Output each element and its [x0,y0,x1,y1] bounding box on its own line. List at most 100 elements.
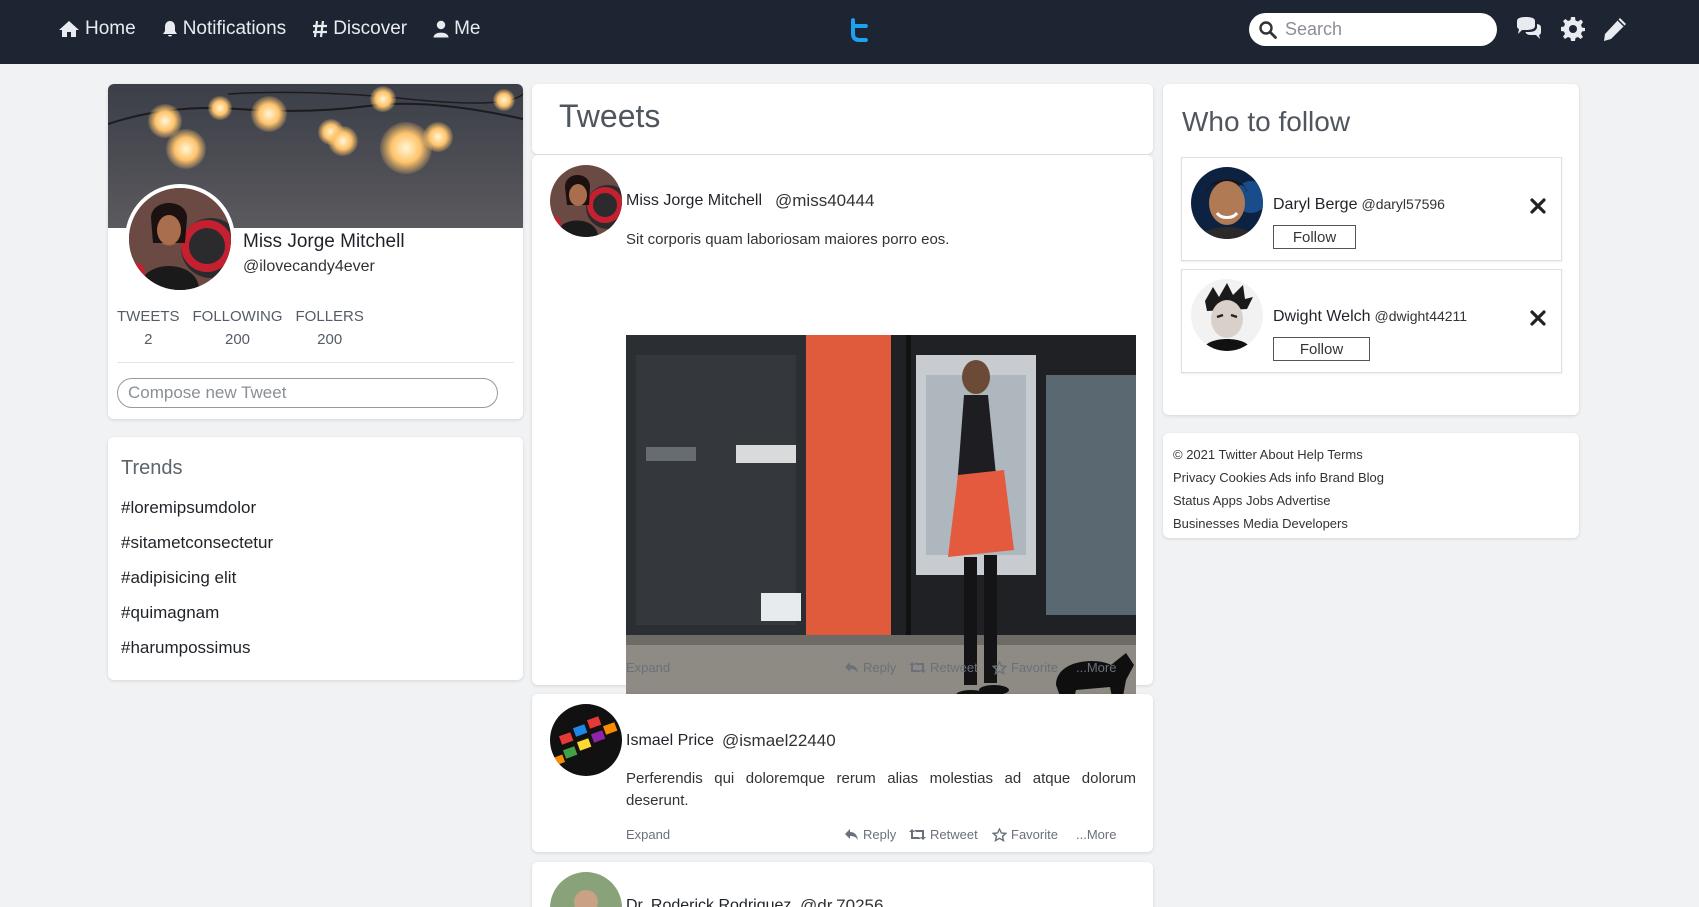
tweet-text: Sit corporis quam laboriosam maiores por… [626,231,950,248]
main-nav: Home Notifications Discover Me [58,0,481,58]
trend-link[interactable]: #quimagnam [121,603,219,623]
reply-button[interactable]: Reply [844,660,896,675]
retweet-label: Retweet [930,827,978,842]
suggestion-handle: @daryl57596 [1361,196,1445,212]
profile-avatar[interactable] [125,184,235,294]
trend-link[interactable]: #adipisicing elit [121,568,236,588]
expand-link[interactable]: Expand [626,827,670,842]
close-icon[interactable] [1530,198,1546,214]
trend-link[interactable]: #sitametconsectetur [121,533,273,553]
messages-icon[interactable] [1515,16,1543,42]
compose-pencil-icon[interactable] [1601,16,1629,42]
trends-title: Trends [121,457,183,479]
stat-value: 200 [224,331,251,348]
favorite-label: Favorite [1011,827,1058,842]
top-navbar: Home Notifications Discover Me [0,0,1699,64]
reply-icon [845,829,858,840]
suggestion-item: Daryl Berge @daryl57596 Follow [1181,157,1562,261]
close-icon[interactable] [1530,310,1546,326]
tweet-avatar[interactable] [550,165,622,237]
home-icon [59,21,79,37]
retweet-label: Retweet [930,660,978,675]
star-icon [992,660,1007,675]
favorite-label: Favorite [1011,660,1058,675]
retweet-icon [909,662,926,673]
hashtag-icon [313,20,328,38]
trend-link[interactable]: #loremipsumdolor [121,498,256,518]
nav-home-label: Home [85,18,136,39]
favorite-button[interactable]: Favorite [992,660,1058,675]
suggestion-avatar[interactable] [1191,279,1263,351]
stat-value: 2 [144,331,153,348]
profile-name[interactable]: Miss Jorge Mitchell [243,231,405,253]
tweet-actions: Expand Reply Retweet Favorite ...More [626,660,1136,680]
favorite-button[interactable]: Favorite [992,827,1058,842]
profile-handle: @ilovecandy4ever [243,258,375,275]
suggestion-avatar[interactable] [1191,167,1263,239]
tweet-avatar[interactable] [550,704,622,776]
stat-followers[interactable]: FOLLERS 200 [296,308,364,348]
tweet-author-name[interactable]: Miss Jorge Mitchell [626,192,762,210]
reply-button[interactable]: Reply [844,827,896,842]
more-link[interactable]: ...More [1076,660,1116,675]
tweet-author-handle[interactable]: @ismael22440 [722,731,836,751]
tweet-text: Perferendis qui doloremque rerum alias m… [626,770,1136,809]
suggestion-item: Dwight Welch @dwight44211 Follow [1181,269,1562,373]
tweet-author-name[interactable]: Dr. Roderick Rodriguez [626,897,791,907]
footer-links-row[interactable]: Privacy Cookies Ads info Brand Blog [1173,466,1569,489]
footer-links-row[interactable]: © 2021 Twitter About Help Terms [1173,443,1569,466]
tweet-author-handle[interactable]: @miss40444 [775,191,874,211]
stat-label: FOLLOWING [192,308,283,325]
tweet-author-name[interactable]: Ismael Price [626,732,714,750]
tweet-author-handle[interactable]: @dr.70256 [800,896,883,907]
stat-label: TWEETS [117,308,180,325]
stat-tweets[interactable]: TWEETS 2 [117,308,180,348]
suggestion-name[interactable]: Dwight Welch [1273,308,1371,325]
tweet-avatar[interactable] [550,872,622,907]
suggestion-name[interactable]: Daryl Berge [1273,196,1357,213]
divider [117,362,514,363]
user-icon [433,20,449,38]
search-box[interactable] [1249,13,1497,46]
gear-icon[interactable] [1559,16,1587,42]
reply-label: Reply [863,660,897,675]
footer-links-row[interactable]: Status Apps Jobs Advertise [1173,489,1569,512]
follow-button[interactable]: Follow [1273,225,1356,249]
stat-value: 200 [317,331,343,348]
compose-tweet-input[interactable] [117,378,498,408]
who-to-follow-title: Who to follow [1182,106,1351,137]
stat-following[interactable]: FOLLOWING 200 [193,308,283,348]
profile-card: Miss Jorge Mitchell @ilovecandy4ever TWE… [108,84,523,419]
bell-icon [162,21,177,37]
suggestion-handle: @dwight44211 [1374,308,1468,324]
tweet-card: Ismael Price @ismael22440 Perferendis qu… [532,694,1153,852]
expand-link[interactable]: Expand [626,660,670,675]
profile-stats: TWEETS 2 FOLLOWING 200 FOLLERS 200 [117,308,364,348]
retweet-button[interactable]: Retweet [909,660,978,675]
nav-discover[interactable]: Discover [312,18,407,40]
tweets-header: Tweets [532,84,1153,154]
tweet-card: Dr. Roderick Rodriguez @dr.70256 [532,862,1153,907]
who-to-follow-card: Who to follow Daryl Berge @daryl57596 Fol… [1163,84,1579,415]
retweet-icon [909,829,926,840]
nav-notifications[interactable]: Notifications [162,18,287,40]
tweets-title: Tweets [559,98,661,134]
nav-notifications-label: Notifications [182,18,287,39]
more-link[interactable]: ...More [1076,827,1116,842]
star-icon [992,827,1007,842]
tweet-actions: Expand Reply Retweet Favorite ...More [626,827,1136,847]
follow-button[interactable]: Follow [1273,337,1370,361]
reply-label: Reply [863,827,897,842]
footer-links-row[interactable]: Businesses Media Developers [1173,512,1569,535]
twitter-logo-icon[interactable] [849,16,871,44]
nav-discover-label: Discover [333,18,408,39]
suggestion-name-row: Daryl Berge @daryl57596 [1273,196,1445,214]
search-input[interactable] [1285,19,1475,40]
reply-icon [845,662,858,673]
nav-me[interactable]: Me [433,18,481,40]
retweet-button[interactable]: Retweet [909,827,978,842]
tweet-card: Miss Jorge Mitchell @miss40444 Sit corpo… [532,155,1153,718]
trend-link[interactable]: #harumpossimus [121,638,250,658]
nav-home[interactable]: Home [58,18,136,40]
search-icon [1259,20,1277,39]
